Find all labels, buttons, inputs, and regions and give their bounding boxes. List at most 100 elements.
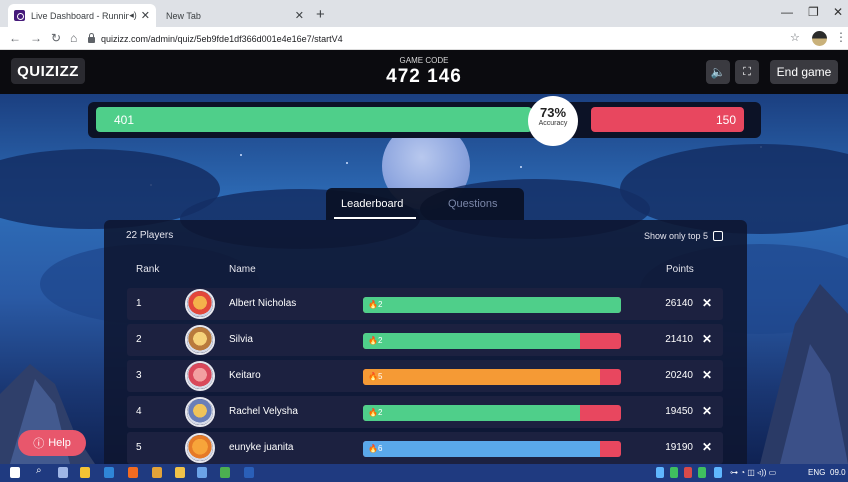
fullscreen-button[interactable]: ⛶ xyxy=(735,60,759,84)
col-rank-header: Rank xyxy=(136,264,160,275)
windows-start-icon[interactable] xyxy=(10,467,20,478)
accuracy-fill xyxy=(363,333,580,349)
task-view-icon[interactable] xyxy=(58,467,68,478)
search-icon[interactable]: ⌕ xyxy=(36,465,46,476)
player-points: 20240 xyxy=(665,370,693,381)
row-rank: 4 xyxy=(136,406,142,417)
avatar xyxy=(185,325,215,355)
sound-button[interactable]: 🔈 xyxy=(706,60,730,84)
help-icon: ⓘ xyxy=(33,438,45,450)
remove-player-icon[interactable]: ✕ xyxy=(702,404,712,418)
accuracy-badge: 73% Accuracy xyxy=(528,96,578,146)
show-top5-checkbox[interactable] xyxy=(713,231,724,241)
leaderboard-row[interactable]: 3 Keitaro 🔥5 20240 ✕ xyxy=(127,360,723,392)
forward-icon[interactable]: → xyxy=(30,31,42,45)
avatar xyxy=(185,397,215,427)
incorrect-count: 150 xyxy=(716,113,737,127)
speaker-icon[interactable]: ◂) xyxy=(129,10,137,21)
streak-count: 🔥6 xyxy=(368,444,383,453)
tray-icon[interactable] xyxy=(684,467,692,478)
help-button[interactable]: ⓘ Help xyxy=(18,430,86,456)
accuracy-bar: 🔥6 xyxy=(363,441,621,457)
leaderboard-row[interactable]: 5 eunyke juanita 🔥6 19190 ✕ xyxy=(127,432,723,464)
remove-player-icon[interactable]: ✕ xyxy=(702,296,712,310)
accuracy-bar: 🔥5 xyxy=(363,369,621,385)
speaker-icon: 🔈 xyxy=(710,65,726,79)
player-points: 26140 xyxy=(665,298,693,309)
taskbar-app-icon[interactable] xyxy=(80,467,90,478)
windows-taskbar: ⌕ ⊶ ◔ ◫ ◃)) ▭ ENG 09.0 xyxy=(0,464,848,482)
window-close-icon[interactable]: ✕ xyxy=(833,5,843,19)
streak-count: 🔥2 xyxy=(368,336,383,345)
tray-icon[interactable] xyxy=(698,467,706,478)
remove-player-icon[interactable]: ✕ xyxy=(702,440,712,454)
close-tab-icon[interactable]: ✕ xyxy=(295,9,304,22)
language-indicator[interactable]: ENG xyxy=(808,468,825,477)
minimize-icon[interactable]: — xyxy=(781,5,793,19)
player-name: Keitaro xyxy=(229,370,261,381)
edge-icon[interactable] xyxy=(104,467,114,478)
app-header: QUIZIZZ GAME CODE 472 146 🔈 ⛶ End game xyxy=(0,50,848,94)
home-icon[interactable]: ⌂ xyxy=(70,31,77,45)
streak-count: 🔥2 xyxy=(368,300,383,309)
active-tab-indicator xyxy=(334,217,416,219)
tray-icon[interactable] xyxy=(714,467,722,478)
tab-leaderboard[interactable]: Leaderboard xyxy=(341,198,403,210)
correct-bar xyxy=(96,107,532,132)
accuracy-value: 73% xyxy=(539,105,567,120)
player-points: 21410 xyxy=(665,334,693,345)
player-points: 19190 xyxy=(665,442,693,453)
browser-tab-bar: Live Dashboard - Running ◂) ✕ New Tab ✕ … xyxy=(0,0,848,27)
accuracy-bar: 🔥2 xyxy=(363,333,621,349)
browser-tab-new-tab[interactable]: New Tab ✕ xyxy=(160,4,310,27)
file-explorer-icon[interactable] xyxy=(175,467,185,478)
quizizz-logo[interactable]: QUIZIZZ xyxy=(11,58,85,84)
end-game-button[interactable]: End game xyxy=(770,60,838,84)
player-name: Rachel Velysha xyxy=(229,406,298,417)
taskbar-app-icon[interactable] xyxy=(197,467,207,478)
clock[interactable]: 09.0 xyxy=(830,468,846,477)
chrome-icon[interactable] xyxy=(220,467,230,478)
close-tab-icon[interactable]: ✕ xyxy=(141,9,150,22)
leaderboard-row[interactable]: 1 Albert Nicholas 🔥2 26140 ✕ xyxy=(127,288,723,320)
url-field[interactable]: quizizz.com/admin/quiz/5eb9fde1df366d001… xyxy=(88,30,788,47)
leaderboard-row[interactable]: 4 Rachel Velysha 🔥2 19450 ✕ xyxy=(127,396,723,428)
accuracy-fill xyxy=(363,369,601,385)
show-top5-label: Show only top 5 xyxy=(644,231,709,241)
remove-player-icon[interactable]: ✕ xyxy=(702,368,712,382)
game-code: 472 146 xyxy=(386,66,462,87)
address-bar: ← → ↻ ⌂ quizizz.com/admin/quiz/5eb9fde1d… xyxy=(0,27,848,50)
tab-questions[interactable]: Questions xyxy=(448,198,498,210)
reload-icon[interactable]: ↻ xyxy=(51,31,61,45)
accuracy-bar: 🔥2 xyxy=(363,297,621,313)
fullscreen-icon: ⛶ xyxy=(743,65,751,78)
profile-avatar[interactable] xyxy=(812,31,827,46)
players-count: 22 Players xyxy=(126,230,174,241)
tray-icon[interactable] xyxy=(670,467,678,478)
avatar xyxy=(185,289,215,319)
restore-icon[interactable]: ❐ xyxy=(808,5,819,19)
avatar xyxy=(185,361,215,391)
tray-status-icons[interactable]: ⊶ ◔ ◫ ◃)) ▭ xyxy=(730,468,776,477)
tray-icon[interactable] xyxy=(656,467,664,478)
new-tab-icon[interactable]: + xyxy=(316,6,325,23)
row-rank: 3 xyxy=(136,370,142,381)
col-points-header: Points xyxy=(666,264,694,275)
leaderboard-row[interactable]: 2 Silvia 🔥2 21410 ✕ xyxy=(127,324,723,356)
remove-player-icon[interactable]: ✕ xyxy=(702,332,712,346)
accuracy-bar: 🔥2 xyxy=(363,405,621,421)
firefox-icon[interactable] xyxy=(128,467,138,478)
menu-kebab-icon[interactable]: ⋮ xyxy=(835,30,847,44)
browser-tab-live-dashboard[interactable]: Live Dashboard - Running ◂) ✕ xyxy=(8,4,156,27)
bookmark-star-icon[interactable]: ☆ xyxy=(790,31,800,44)
accuracy-fill xyxy=(363,441,601,457)
player-name: eunyke juanita xyxy=(229,442,294,453)
back-icon[interactable]: ← xyxy=(9,31,21,45)
show-top5-toggle[interactable]: Show only top 5 xyxy=(644,231,724,241)
row-rank: 5 xyxy=(136,442,142,453)
avatar xyxy=(185,433,215,463)
taskbar-app-icon[interactable] xyxy=(152,467,162,478)
correct-count: 401 xyxy=(114,113,135,127)
word-icon[interactable] xyxy=(244,467,254,478)
tab-title: New Tab xyxy=(166,10,201,21)
